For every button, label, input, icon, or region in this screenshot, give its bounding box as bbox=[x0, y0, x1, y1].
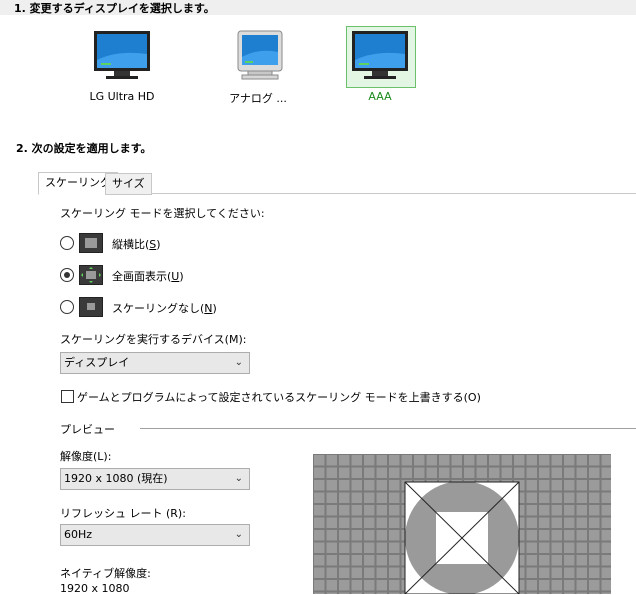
override-scaling-label[interactable]: ゲームとプログラムによって設定されているスケーリング モードを上書きする(O) bbox=[77, 389, 481, 405]
scaling-device-label: スケーリングを実行するデバイス(M): bbox=[60, 333, 247, 346]
chevron-down-icon: ⌄ bbox=[234, 357, 243, 368]
tab-size[interactable]: サイズ bbox=[105, 173, 152, 195]
monitor-label: AAA bbox=[368, 90, 392, 103]
select-value: 1920 x 1080 (現在) bbox=[64, 472, 168, 485]
step2-title: 2. 次の設定を適用します。 bbox=[16, 142, 152, 155]
lcd-monitor-icon bbox=[92, 30, 152, 86]
scaling-device-select[interactable]: ディスプレイ ⌄ bbox=[60, 352, 250, 374]
tab-label: スケーリング bbox=[45, 176, 111, 189]
chevron-down-icon: ⌄ bbox=[234, 473, 243, 484]
refresh-rate-select[interactable]: 60Hz ⌄ bbox=[60, 524, 250, 546]
step1-title: 1. 変更するディスプレイを選択します。 bbox=[14, 2, 215, 15]
monitor-label: アナログ ... bbox=[229, 92, 287, 105]
radio-fullscreen[interactable] bbox=[60, 268, 74, 282]
native-resolution-value: 1920 x 1080 bbox=[60, 582, 130, 595]
monitor-aaa[interactable]: AAA bbox=[344, 30, 416, 103]
fullscreen-icon bbox=[79, 265, 103, 285]
chevron-down-icon: ⌄ bbox=[234, 529, 243, 540]
refresh-rate-label: リフレッシュ レート (R): bbox=[60, 507, 186, 520]
option-aspect-ratio-label[interactable]: 縦横比(S) bbox=[112, 236, 161, 252]
select-value: 60Hz bbox=[64, 528, 93, 541]
monitor-label: LG Ultra HD bbox=[89, 90, 155, 103]
aspect-ratio-icon bbox=[79, 233, 103, 253]
no-scaling-icon bbox=[79, 297, 103, 317]
native-resolution-label: ネイティブ解像度: bbox=[60, 567, 151, 580]
override-scaling-checkbox[interactable] bbox=[61, 390, 74, 403]
scaling-preview-image bbox=[313, 454, 611, 594]
resolution-select[interactable]: 1920 x 1080 (現在) ⌄ bbox=[60, 468, 250, 490]
crt-monitor-icon bbox=[228, 30, 288, 86]
lcd-monitor-icon bbox=[350, 30, 410, 86]
select-value: ディスプレイ bbox=[64, 356, 130, 369]
preview-heading: プレビュー bbox=[60, 423, 115, 436]
radio-no-scaling[interactable] bbox=[60, 300, 74, 314]
radio-aspect-ratio[interactable] bbox=[60, 236, 74, 250]
monitor-analog[interactable]: アナログ ... bbox=[222, 30, 294, 106]
option-no-scaling-label[interactable]: スケーリングなし(N) bbox=[112, 300, 217, 316]
monitor-lg-ultra-hd[interactable]: LG Ultra HD bbox=[86, 30, 158, 103]
tab-label: サイズ bbox=[112, 177, 145, 190]
scaling-mode-prompt: スケーリング モードを選択してください: bbox=[60, 207, 265, 220]
preview-divider bbox=[140, 428, 636, 429]
resolution-label: 解像度(L): bbox=[60, 450, 112, 463]
option-fullscreen-label[interactable]: 全画面表示(U) bbox=[112, 268, 184, 284]
